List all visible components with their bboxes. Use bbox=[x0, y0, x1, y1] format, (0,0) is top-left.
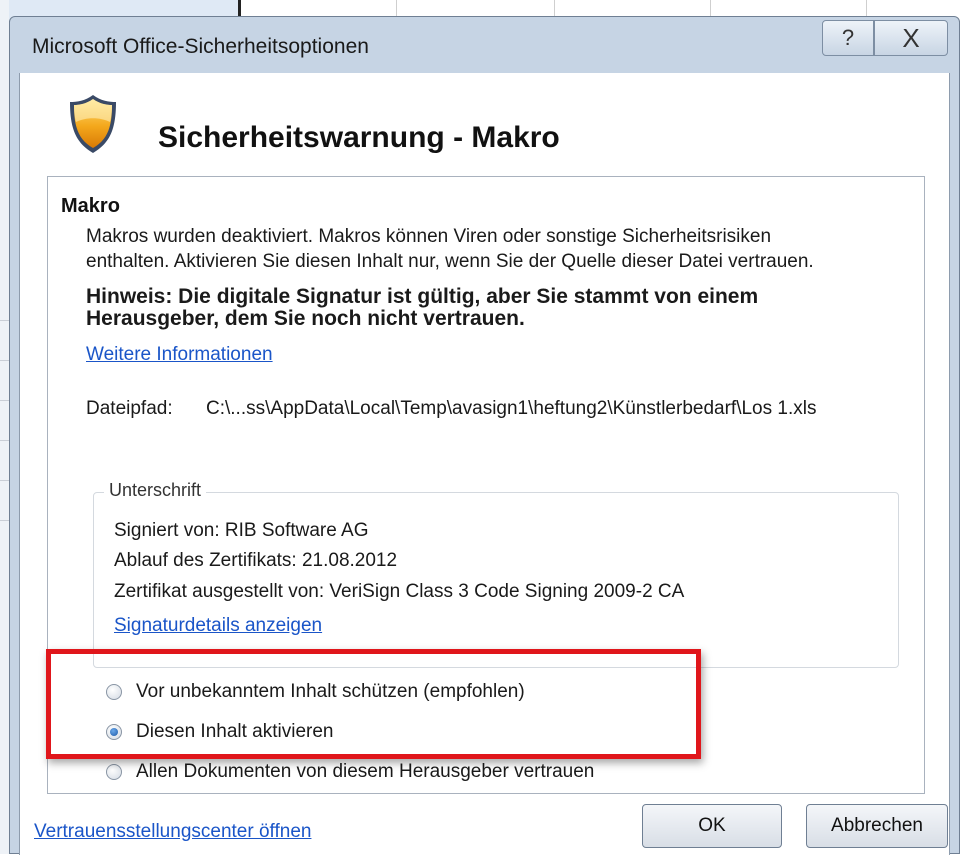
certificate-expiry: Ablauf des Zertifikats: 21.08.2012 bbox=[114, 550, 398, 571]
description-line-1: Makros wurden deaktiviert. Makros können… bbox=[86, 226, 772, 247]
ok-button[interactable]: OK bbox=[642, 804, 782, 848]
description-line-2: enthalten. Aktivieren Sie diesen Inhalt … bbox=[86, 251, 814, 272]
help-button[interactable]: ? bbox=[822, 20, 874, 56]
help-icon: ? bbox=[841, 25, 855, 50]
file-path-value: C:\...ss\AppData\Local\Temp\avasign1\hef… bbox=[206, 398, 817, 419]
signature-note: Hinweis: Die digitale Signatur ist gülti… bbox=[86, 286, 906, 330]
close-button[interactable]: X bbox=[874, 20, 948, 56]
signature-details-link[interactable]: Signaturdetails anzeigen bbox=[114, 615, 322, 637]
row-divider bbox=[0, 360, 9, 361]
row-divider bbox=[0, 520, 9, 521]
option-trust-publisher[interactable]: Allen Dokumenten von diesem Herausgeber … bbox=[106, 761, 594, 783]
note-line-1: Hinweis: Die digitale Signatur ist gülti… bbox=[86, 285, 759, 308]
shield-icon bbox=[70, 95, 116, 153]
row-divider bbox=[0, 400, 9, 401]
option-trust-publisher-label: Allen Dokumenten von diesem Herausgeber … bbox=[136, 761, 595, 782]
signed-by: Signiert von: RIB Software AG bbox=[114, 520, 369, 541]
row-divider bbox=[0, 480, 9, 481]
dialog-footer: Vertrauensstellungscenter öffnen OK Abbr… bbox=[10, 781, 961, 855]
row-divider bbox=[0, 440, 9, 441]
row-header-strip bbox=[0, 0, 9, 854]
certificate-issuer: Zertifikat ausgestellt von: VeriSign Cla… bbox=[114, 581, 685, 602]
close-icon: X bbox=[902, 22, 920, 53]
signature-legend: Unterschrift bbox=[104, 480, 207, 501]
title-bar[interactable]: Microsoft Office-Sicherheitsoptionen ? X bbox=[10, 17, 959, 73]
more-info-link[interactable]: Weitere Informationen bbox=[86, 344, 273, 366]
note-line-2: Herausgeber, dem Sie noch nicht vertraue… bbox=[86, 307, 525, 330]
window-title: Microsoft Office-Sicherheitsoptionen bbox=[32, 35, 369, 58]
cancel-button[interactable]: Abbrechen bbox=[806, 804, 948, 848]
section-title: Makro bbox=[61, 195, 120, 217]
signature-group: Unterschrift Signiert von: RIB Software … bbox=[93, 480, 899, 668]
red-highlight-box bbox=[46, 649, 701, 759]
radio-trust-publisher[interactable] bbox=[106, 764, 122, 780]
dialog-heading: Sicherheitswarnung - Makro bbox=[158, 121, 560, 154]
file-path-label: Dateipfad: bbox=[86, 398, 173, 419]
trust-center-link[interactable]: Vertrauensstellungscenter öffnen bbox=[34, 821, 311, 843]
row-divider bbox=[0, 320, 9, 321]
